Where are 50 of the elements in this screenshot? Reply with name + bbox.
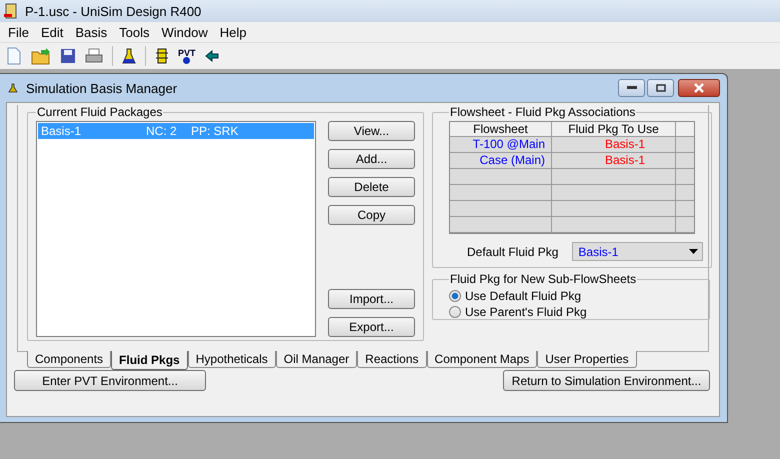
table-cell: Case (Main) xyxy=(450,153,552,168)
group-title: Flowsheet - Fluid Pkg Associations xyxy=(449,105,636,119)
group-title: Fluid Pkg for New Sub-FlowSheets xyxy=(449,272,638,286)
field-label: Default Fluid Pkg xyxy=(467,244,558,258)
table-cell: T-100 @Main xyxy=(450,137,552,152)
tab[interactable]: Components xyxy=(27,351,112,368)
action-button[interactable]: Export... xyxy=(328,317,415,337)
tab[interactable]: Oil Manager xyxy=(276,351,358,368)
column-header: Flowsheet xyxy=(450,122,552,136)
menu-item[interactable]: Help xyxy=(214,24,253,40)
action-button[interactable]: Delete xyxy=(328,177,415,197)
tab[interactable]: Hypotheticals xyxy=(188,351,276,368)
open-folder-icon[interactable] xyxy=(31,48,51,64)
close-button[interactable] xyxy=(678,79,720,97)
maximize-button[interactable] xyxy=(647,79,674,97)
menu-item[interactable]: Edit xyxy=(34,24,70,40)
back-arrow-icon[interactable] xyxy=(204,50,219,62)
group-title: Current Fluid Packages xyxy=(36,105,164,119)
radio-option[interactable]: Use Parent's Fluid Pkg xyxy=(449,304,701,320)
save-icon[interactable] xyxy=(60,48,76,64)
window-title: Simulation Basis Manager xyxy=(26,80,178,96)
caret-icon xyxy=(689,249,698,254)
enter-pvt-button[interactable]: Enter PVT Environment... xyxy=(14,370,206,391)
menu-item[interactable]: Basis xyxy=(69,24,114,40)
flask-icon xyxy=(8,83,18,93)
maximize-icon xyxy=(656,84,666,92)
new-file-icon[interactable] xyxy=(6,47,22,65)
tab[interactable]: Fluid Pkgs xyxy=(111,351,188,370)
radio-option[interactable]: Use Default Fluid Pkg xyxy=(449,288,701,304)
menu-item[interactable]: Tools xyxy=(113,24,156,40)
tab[interactable]: Reactions xyxy=(357,351,427,368)
menu-item[interactable]: File xyxy=(2,24,35,40)
action-button[interactable]: View... xyxy=(328,121,415,141)
column-header: Fluid Pkg To Use xyxy=(552,122,676,136)
printer-icon[interactable] xyxy=(85,48,103,64)
minimize-button[interactable] xyxy=(618,79,645,97)
return-button[interactable]: Return to Simulation Environment... xyxy=(503,370,710,391)
tab[interactable]: User Properties xyxy=(537,351,637,368)
app-title: P-1.usc - UniSim Design R400 xyxy=(25,4,202,18)
close-icon xyxy=(693,83,705,93)
minimize-icon xyxy=(626,86,636,90)
flask-icon[interactable] xyxy=(122,48,136,64)
menu-item[interactable]: Window xyxy=(156,24,214,40)
tab[interactable]: Component Maps xyxy=(426,351,538,368)
action-button[interactable]: Add... xyxy=(328,149,415,169)
app-icon xyxy=(3,3,19,19)
column-icon[interactable] xyxy=(155,48,169,64)
action-button[interactable]: Copy xyxy=(328,205,415,225)
dropdown[interactable]: Basis-1 xyxy=(572,242,704,261)
action-button[interactable]: Import... xyxy=(328,289,415,309)
